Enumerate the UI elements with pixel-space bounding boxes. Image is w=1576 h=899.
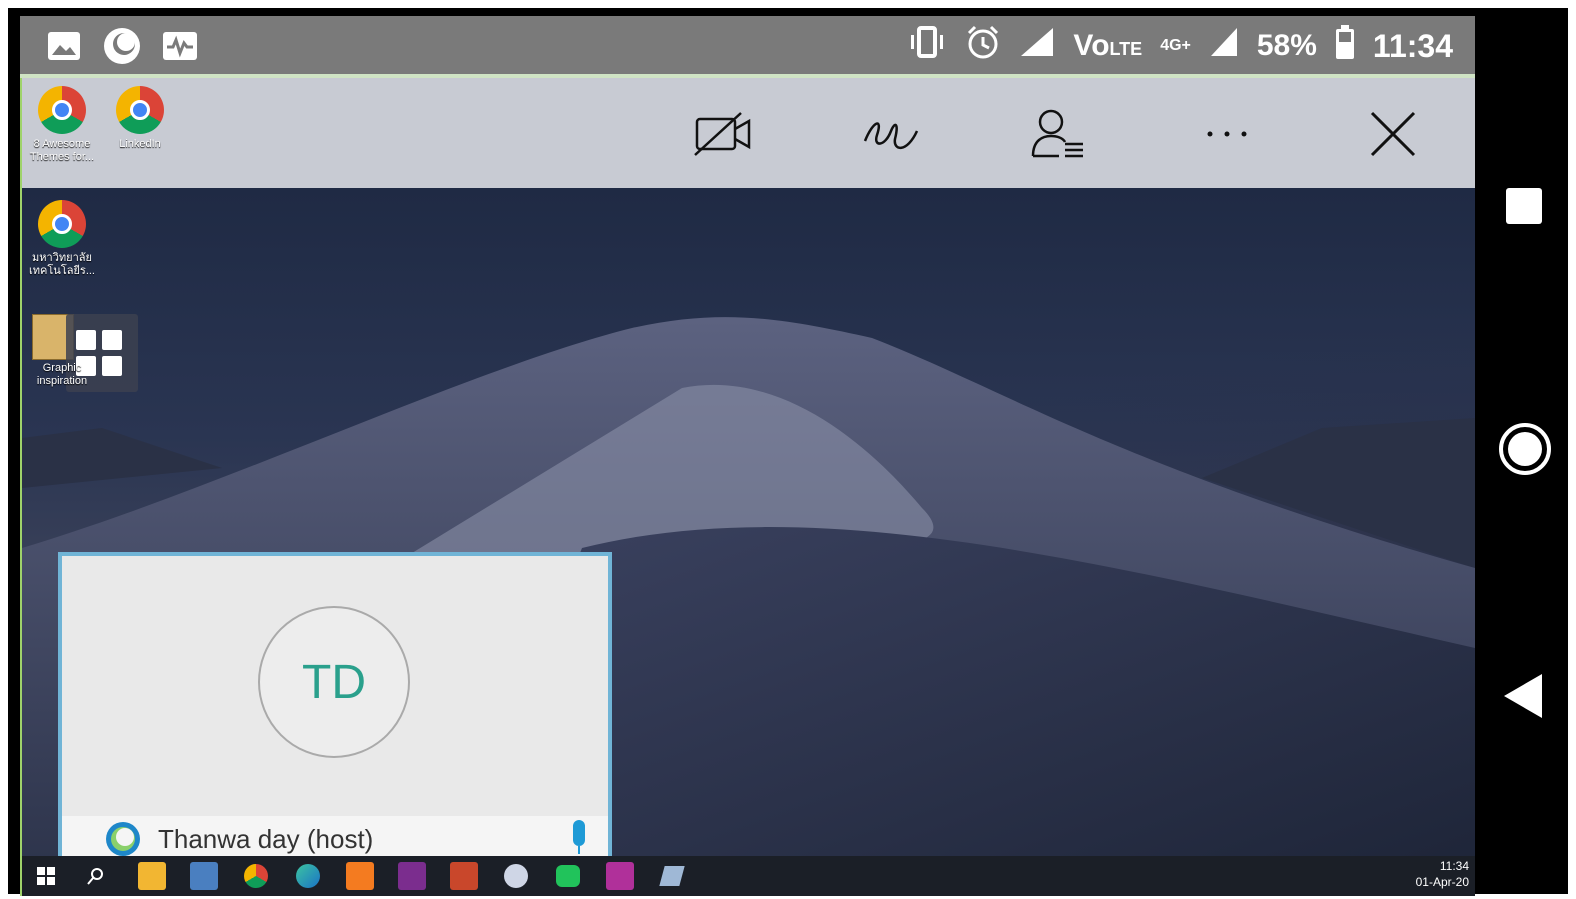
chrome-icon xyxy=(38,86,86,134)
desktop-shortcut-graphic[interactable]: Graphic inspiration xyxy=(22,314,138,394)
signal-icon xyxy=(1019,26,1055,66)
participant-name-bar: Thanwa day (host) xyxy=(62,816,608,860)
shortcut-label: 8 Awesome Themes for... xyxy=(29,138,95,163)
microphone-icon[interactable] xyxy=(570,820,588,861)
powerpoint-icon[interactable] xyxy=(450,862,478,890)
taskbar-date: 01-Apr-20 xyxy=(1415,875,1469,889)
close-button[interactable] xyxy=(1358,104,1428,164)
participant-video-tile[interactable]: TD Thanwa day (host) xyxy=(58,552,612,864)
file-explorer-icon[interactable] xyxy=(138,862,166,890)
back-icon xyxy=(1504,674,1542,718)
participants-icon xyxy=(1031,109,1083,158)
chrome-icon xyxy=(116,86,164,134)
network-type: 4G+ xyxy=(1160,37,1191,54)
desktop-shortcut-university[interactable]: มหาวิทยาลัยเทคโนโลยีร... xyxy=(22,200,102,278)
activity-icon xyxy=(160,26,200,66)
edge-icon[interactable] xyxy=(294,862,322,890)
chrome-taskbar-icon[interactable] xyxy=(242,862,270,890)
battery-percent: 58% xyxy=(1256,29,1317,62)
xampp-icon[interactable] xyxy=(346,862,374,890)
vibrate-icon xyxy=(907,25,947,67)
home-icon xyxy=(1499,423,1551,475)
windows-start-icon[interactable] xyxy=(32,862,60,890)
avatar: TD xyxy=(258,606,410,758)
signal-icon-2 xyxy=(1209,26,1239,66)
battery-icon xyxy=(1335,24,1355,68)
video-off-button[interactable] xyxy=(688,104,758,164)
notes-icon[interactable] xyxy=(658,862,686,890)
save-app-icon[interactable] xyxy=(190,862,218,890)
shortcut-label: Graphic inspiration xyxy=(36,362,88,387)
taskbar-clock[interactable]: 11:34 01-Apr-20 xyxy=(1416,858,1469,890)
meeting-toolbar: 8 Awesome Themes for... LinkedIn xyxy=(20,78,1475,188)
alarm-icon xyxy=(965,24,1001,68)
vpn-icon[interactable] xyxy=(502,862,530,890)
desktop-shortcut-linkedin[interactable]: LinkedIn xyxy=(100,86,180,151)
status-time: 11:34 xyxy=(1372,27,1453,64)
screen: VoLTE 4G+ 58% 11:34 8 Awesome Themes for… xyxy=(20,16,1475,896)
phone-frame: VoLTE 4G+ 58% 11:34 8 Awesome Themes for… xyxy=(8,8,1568,896)
back-button[interactable] xyxy=(1502,672,1544,725)
annotate-icon xyxy=(863,122,919,149)
search-icon[interactable] xyxy=(82,862,110,890)
shortcut-label: LinkedIn xyxy=(119,138,161,150)
pdf-app-icon[interactable] xyxy=(606,862,634,890)
participant-name: Thanwa day (host) xyxy=(158,824,374,854)
taskbar-time: 11:34 xyxy=(1439,859,1469,873)
annotate-button[interactable] xyxy=(856,104,926,164)
recents-button[interactable] xyxy=(1506,188,1542,224)
more-button[interactable] xyxy=(1192,104,1262,164)
desktop-shortcut-themes[interactable]: 8 Awesome Themes for... xyxy=(22,86,102,164)
chrome-icon xyxy=(38,200,86,248)
gallery-icon xyxy=(44,26,84,66)
sync-icon xyxy=(102,26,142,66)
windows-taskbar: 11:34 01-Apr-20 xyxy=(20,856,1475,896)
participants-button[interactable] xyxy=(1024,104,1094,164)
line-icon[interactable] xyxy=(554,862,582,890)
status-bar: VoLTE 4G+ 58% 11:34 xyxy=(20,16,1475,76)
close-icon xyxy=(1370,111,1416,157)
more-icon xyxy=(1207,131,1247,137)
phpstorm-icon[interactable] xyxy=(398,862,426,890)
shortcut-label: มหาวิทยาลัยเทคโนโลยีร... xyxy=(29,252,95,277)
video-off-icon xyxy=(694,112,751,156)
android-nav-bar xyxy=(1478,8,1568,894)
volte-icon: VoLTE xyxy=(1073,29,1143,62)
home-button[interactable] xyxy=(1498,422,1552,481)
